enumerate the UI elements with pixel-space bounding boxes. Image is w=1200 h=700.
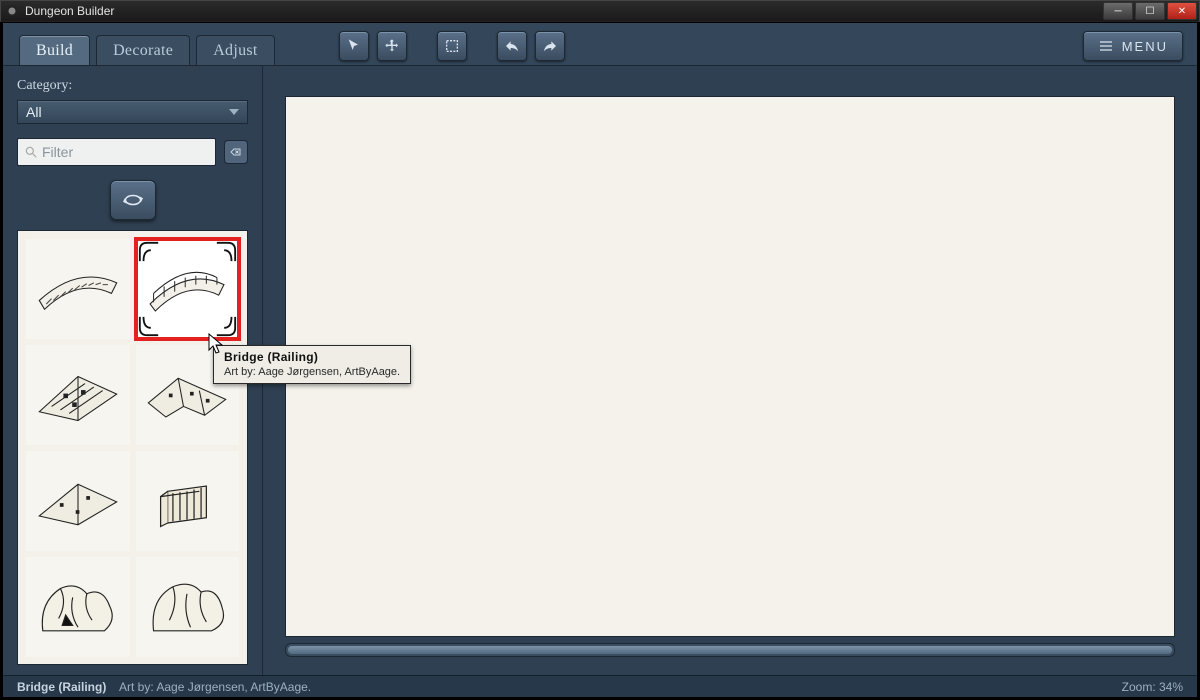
filter-placeholder: Filter [42,144,73,160]
asset-bridge-railing[interactable] [136,239,240,339]
tab-adjust-label: Adjust [213,42,257,59]
asset-tooltip: Bridge (Railing) Art by: Aage Jørgensen,… [213,345,411,384]
window-titlebar: Dungeon Builder ─ ☐ ✕ [0,0,1200,22]
asset-roof-a[interactable] [26,345,130,445]
window-maximize-button[interactable]: ☐ [1135,2,1165,20]
backspace-icon [230,146,242,158]
app-icon [5,4,19,18]
category-label: Category: [17,78,248,94]
clear-filter-button[interactable] [224,140,248,164]
asset-crate[interactable] [136,451,240,551]
scrollbar-thumb[interactable] [288,646,1172,654]
main-menu-label: MENU [1122,39,1168,54]
tooltip-subtitle: Art by: Aage Jørgensen, ArtByAage. [224,366,400,378]
top-toolbar: Build Decorate Adjust [3,23,1197,65]
tab-adjust[interactable]: Adjust [196,35,274,65]
search-icon [24,145,38,159]
selection-tool-button[interactable] [437,31,467,61]
tooltip-title: Bridge (Railing) [224,350,400,364]
window-minimize-button[interactable]: ─ [1103,2,1133,20]
mouse-cursor-icon [208,333,224,355]
asset-palette [17,230,248,665]
pointer-icon [346,38,362,54]
main-menu-button[interactable]: MENU [1083,31,1183,61]
status-item-name: Bridge (Railing) [17,680,106,694]
map-canvas[interactable] [285,96,1175,637]
status-art-by: Art by: Aage Jørgensen, ArtByAage. [119,680,311,694]
move-tool-button[interactable] [377,31,407,61]
tab-build-label: Build [36,42,73,59]
shuffle-button[interactable] [110,180,156,220]
redo-icon [542,38,558,54]
status-bar: Bridge (Railing) Art by: Aage Jørgensen,… [3,675,1197,697]
tab-decorate[interactable]: Decorate [96,35,190,65]
tab-decorate-label: Decorate [113,42,173,59]
category-select[interactable]: All [17,100,248,124]
chevron-down-icon [229,109,239,115]
pointer-tool-button[interactable] [339,31,369,61]
tab-build[interactable]: Build [19,35,90,65]
asset-roof-b[interactable] [26,451,130,551]
mode-tabs: Build Decorate Adjust [19,35,275,65]
redo-button[interactable] [535,31,565,61]
asset-cavewall-b[interactable] [136,557,240,657]
asset-bridge-slab[interactable] [26,239,130,339]
category-value: All [26,104,42,120]
undo-icon [504,38,520,54]
canvas-horizontal-scrollbar[interactable] [285,643,1175,657]
marquee-icon [444,38,460,54]
hamburger-icon [1098,38,1114,54]
asset-cavewall-a[interactable] [26,557,130,657]
move-icon [384,38,400,54]
window-title: Dungeon Builder [25,4,114,18]
window-close-button[interactable]: ✕ [1167,2,1197,20]
undo-button[interactable] [497,31,527,61]
cycle-icon [121,191,145,209]
app-frame: Build Decorate Adjust [2,22,1198,698]
filter-input[interactable]: Filter [17,138,216,166]
status-zoom: Zoom: 34% [1122,680,1183,694]
